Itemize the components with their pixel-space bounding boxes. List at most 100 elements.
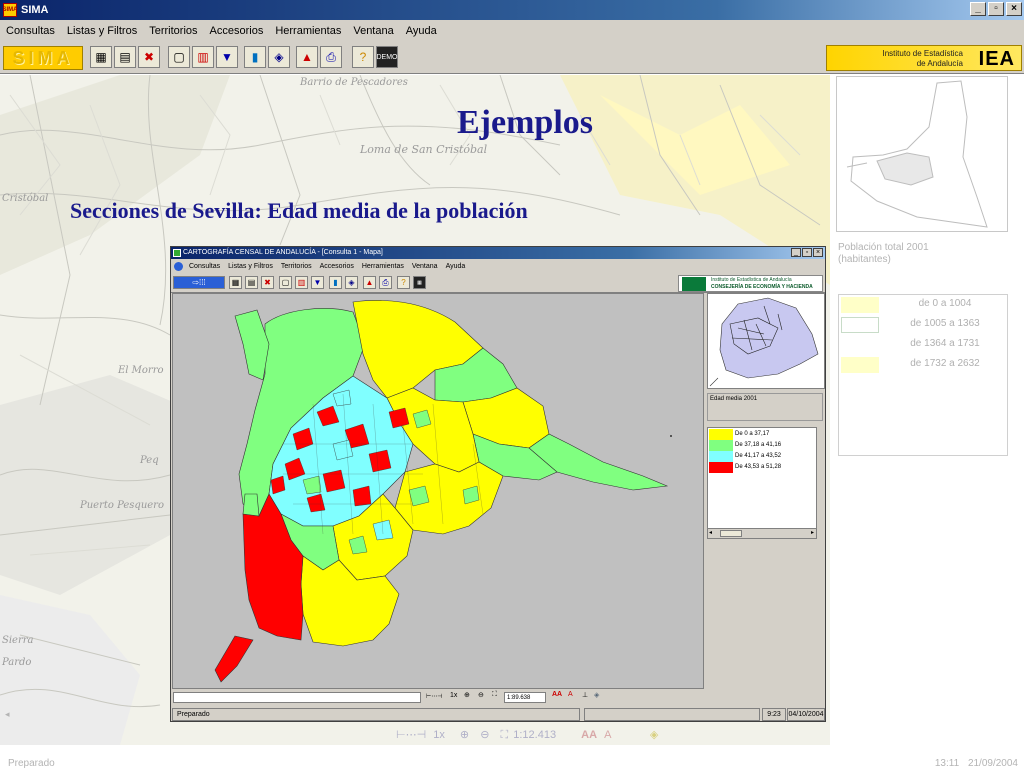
- menu-herramientas[interactable]: Herramientas: [269, 25, 347, 37]
- label-color-icon[interactable]: A: [568, 691, 573, 698]
- bar-chart-icon[interactable]: ▮: [244, 46, 266, 68]
- fit-extent-icon[interactable]: ⛶: [492, 691, 497, 699]
- list-icon[interactable]: ▥: [192, 46, 214, 68]
- inner-scale-field[interactable]: 1:89.638: [504, 692, 546, 703]
- inner-menu-ventana[interactable]: Ventana: [408, 263, 442, 270]
- outer-map-layers-icon[interactable]: ◈: [650, 729, 658, 741]
- outer-legend-row[interactable]: de 0 a 1004: [839, 295, 1009, 315]
- print-icon[interactable]: ⎙: [320, 46, 342, 68]
- outer-label-size-icon[interactable]: AA: [581, 729, 597, 741]
- outer-label-color-icon[interactable]: A: [604, 729, 611, 741]
- inner-legend-row[interactable]: De 41,17 a 43,52: [709, 451, 815, 462]
- inner-zoom-label[interactable]: 1x: [450, 692, 457, 699]
- inner-menu-herramientas[interactable]: Herramientas: [358, 263, 408, 270]
- inner-status-text: Preparado: [172, 708, 580, 721]
- inner-list-icon[interactable]: ▥: [295, 276, 308, 289]
- scroll-right-icon[interactable]: ▸: [811, 529, 814, 536]
- inner-overview-graphic: [708, 294, 824, 388]
- restore-button[interactable]: ▫: [988, 2, 1004, 16]
- inner-print-icon[interactable]: ⎙: [379, 276, 392, 289]
- outer-legend-swatch: [841, 337, 879, 353]
- outer-scale-field[interactable]: 1:12.413: [513, 729, 556, 741]
- inner-close-button[interactable]: ×: [813, 248, 823, 257]
- map-label-peq: Peq: [140, 455, 159, 466]
- inner-menu-ayuda[interactable]: Ayuda: [442, 263, 470, 270]
- globe-icon: [174, 262, 183, 271]
- outer-zoom-in-icon[interactable]: ⊕: [460, 729, 469, 741]
- inner-legend-label: De 0 a 37,17: [735, 431, 770, 437]
- inner-menu-territorios[interactable]: Territorios: [277, 263, 316, 270]
- outer-legend-swatch: [841, 297, 879, 313]
- inner-minimize-button[interactable]: _: [791, 248, 801, 257]
- pyramid-icon[interactable]: ▲: [296, 46, 318, 68]
- choropleth-map-view[interactable]: [172, 293, 704, 689]
- inner-overview-map[interactable]: [707, 293, 825, 389]
- inner-legend-row[interactable]: De 37,18 a 41,16: [709, 440, 815, 451]
- outer-zoom-label[interactable]: 1x: [433, 729, 445, 741]
- menu-consultas[interactable]: Consultas: [0, 25, 61, 37]
- outer-scroll-left-icon[interactable]: ◂: [5, 709, 10, 720]
- label-size-icon[interactable]: AA: [552, 691, 562, 698]
- outer-zoom-out-icon[interactable]: ⊖: [480, 729, 489, 741]
- outer-fit-extent-icon[interactable]: ⛶: [500, 729, 508, 741]
- app-title-bar: SIMA SIMA _ ▫ ×: [0, 0, 1024, 20]
- map-label-barrio: Barrio de Pescadores: [300, 77, 408, 88]
- inner-search-input[interactable]: [173, 692, 421, 703]
- outer-legend-label: de 1364 a 1731: [910, 338, 980, 349]
- menu-territorios[interactable]: Territorios: [143, 25, 203, 37]
- junta-andalucia-logo: Instituto de Estadística de Andalucía CON…: [678, 275, 823, 292]
- cartografia-title: CARTOGRAFÍA CENSAL DE ANDALUCÍA - [Consu…: [183, 249, 383, 256]
- map-label-cristobal: Cristóbal: [2, 193, 49, 204]
- inner-delete-query-icon[interactable]: ✖: [261, 276, 274, 289]
- inner-legend-row[interactable]: De 0 a 37,17: [709, 429, 815, 440]
- inner-pyramid-icon[interactable]: ▲: [363, 276, 376, 289]
- outer-overview-map[interactable]: [836, 76, 1008, 232]
- map-layers-icon[interactable]: ◈: [594, 691, 599, 699]
- scale-bar-icon: ⊢⋯⊣: [426, 694, 443, 700]
- outer-legend-row[interactable]: de 1364 a 1731: [839, 335, 1009, 355]
- query-icon[interactable]: ▦: [90, 46, 112, 68]
- outer-legend-row[interactable]: de 1732 a 2632: [839, 355, 1009, 375]
- inner-query-icon[interactable]: ▦: [229, 276, 242, 289]
- inner-help-icon[interactable]: ?: [397, 276, 410, 289]
- zoom-out-icon[interactable]: ⊖: [478, 691, 484, 699]
- inner-menu-accesorios[interactable]: Accesorios: [316, 263, 358, 270]
- inner-edit-query-icon[interactable]: ▤: [245, 276, 258, 289]
- table-icon[interactable]: ▢: [168, 46, 190, 68]
- edit-query-icon[interactable]: ▤: [114, 46, 136, 68]
- inner-demo-icon[interactable]: ▦: [413, 276, 426, 289]
- menu-accesorios[interactable]: Accesorios: [204, 25, 270, 37]
- inner-filter-icon[interactable]: ▼: [311, 276, 324, 289]
- inner-menu-listas-filtros[interactable]: Listas y Filtros: [224, 263, 277, 270]
- filter-icon[interactable]: ▼: [216, 46, 238, 68]
- outer-status-text: Preparado: [8, 758, 55, 768]
- menu-listas-filtros[interactable]: Listas y Filtros: [61, 25, 143, 37]
- inner-legend-scrollbar[interactable]: ◂ ▸: [708, 528, 816, 538]
- north-arrow-icon[interactable]: ⊥: [582, 691, 588, 699]
- minimize-button[interactable]: _: [970, 2, 986, 16]
- inner-legend-row[interactable]: De 43,53 a 51,28: [709, 462, 815, 473]
- map-label-pardo: Pardo: [2, 657, 32, 668]
- inner-legend-swatch: [709, 440, 733, 451]
- delete-query-icon[interactable]: ✖: [138, 46, 160, 68]
- inner-restore-button[interactable]: ▫: [802, 248, 812, 257]
- scroll-thumb[interactable]: [720, 530, 742, 537]
- sima-app-icon: SIMA: [3, 3, 18, 17]
- inner-map-icon[interactable]: ◈: [345, 276, 358, 289]
- close-button[interactable]: ×: [1006, 2, 1022, 16]
- inner-table-icon[interactable]: ▢: [279, 276, 292, 289]
- slide-title: Ejemplos: [457, 104, 593, 141]
- scroll-left-icon[interactable]: ◂: [709, 529, 712, 536]
- demo-icon[interactable]: DEMO: [376, 46, 398, 68]
- map-icon[interactable]: ◈: [268, 46, 290, 68]
- inner-menu-consultas[interactable]: Consultas: [185, 263, 224, 270]
- menu-ayuda[interactable]: Ayuda: [400, 25, 443, 37]
- inner-status-bar: Preparado 9:23 04/10/2004: [172, 708, 826, 721]
- outer-legend-row[interactable]: de 1005 a 1363: [839, 315, 1009, 335]
- app-title: SIMA: [21, 4, 49, 16]
- inner-bar-chart-icon[interactable]: ▮: [329, 276, 342, 289]
- menu-ventana[interactable]: Ventana: [347, 25, 399, 37]
- map-label-morro: El Morro: [118, 365, 164, 376]
- help-icon[interactable]: ?: [352, 46, 374, 68]
- zoom-in-icon[interactable]: ⊕: [464, 691, 470, 699]
